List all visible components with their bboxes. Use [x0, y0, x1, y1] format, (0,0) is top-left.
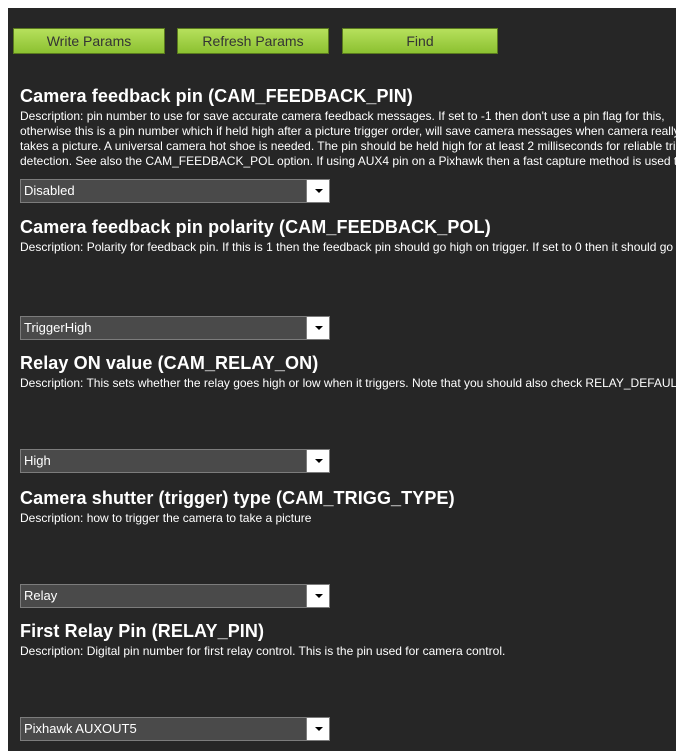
find-button[interactable]: Find [342, 28, 498, 54]
cam-feedback-pol-select[interactable]: TriggerHigh [20, 316, 330, 340]
chevron-down-icon[interactable] [306, 180, 329, 202]
param-description: Description: pin number to use for save … [20, 109, 676, 171]
param-title: Camera shutter (trigger) type (CAM_TRIGG… [20, 488, 455, 508]
param-title: Camera feedback pin polarity (CAM_FEEDBA… [20, 217, 491, 237]
cam-feedback-pin-select[interactable]: Disabled [20, 179, 330, 203]
cam-trigg-type-select[interactable]: Relay [20, 584, 330, 608]
chevron-down-icon[interactable] [306, 585, 329, 607]
chevron-down-icon[interactable] [306, 317, 329, 339]
param-description: Description: how to trigger the camera t… [20, 511, 312, 525]
param-description: Description: This sets whether the relay… [20, 376, 676, 390]
param-description: Description: Polarity for feedback pin. … [20, 240, 676, 254]
selected-value: Pixhawk AUXOUT5 [24, 721, 137, 736]
params-panel: Write Params Refresh Params Find Camera … [8, 8, 676, 751]
param-title: Relay ON value (CAM_RELAY_ON) [20, 353, 319, 373]
refresh-params-button[interactable]: Refresh Params [177, 28, 329, 54]
param-description: Description: Digital pin number for firs… [20, 644, 506, 658]
chevron-down-icon[interactable] [306, 450, 329, 472]
cam-relay-on-select[interactable]: High [20, 449, 330, 473]
write-params-button[interactable]: Write Params [13, 28, 165, 54]
selected-value: TriggerHigh [24, 320, 92, 335]
selected-value: High [24, 453, 51, 468]
chevron-down-icon[interactable] [306, 718, 329, 740]
param-title: First Relay Pin (RELAY_PIN) [20, 621, 265, 641]
param-title: Camera feedback pin (CAM_FEEDBACK_PIN) [20, 86, 413, 106]
relay-pin-select[interactable]: Pixhawk AUXOUT5 [20, 717, 330, 741]
selected-value: Disabled [24, 183, 75, 198]
selected-value: Relay [24, 588, 58, 603]
